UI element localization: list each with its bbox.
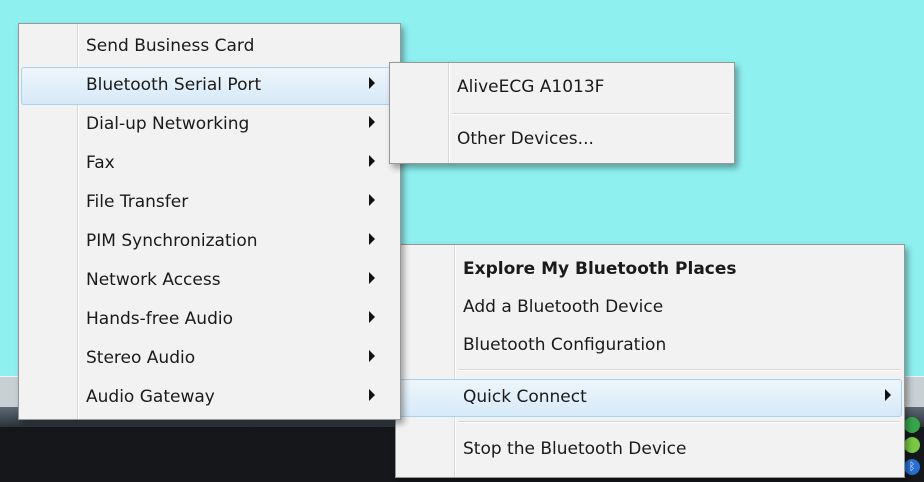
network-icon[interactable] xyxy=(904,417,920,433)
menu-item-send-business-card[interactable]: Send Business Card xyxy=(21,28,398,66)
menu-item-bluetooth-serial-port[interactable]: Bluetooth Serial Port xyxy=(21,67,398,105)
menu-item-other-devices[interactable]: Other Devices... xyxy=(392,121,732,159)
menu-item-label: Quick Connect xyxy=(463,387,587,407)
submenu-arrow-icon xyxy=(369,350,375,362)
bluetooth-tray-menu: Explore My Bluetooth Places Add a Blueto… xyxy=(395,244,905,478)
menu-item-bluetooth-configuration[interactable]: Bluetooth Configuration xyxy=(398,327,902,365)
menu-item-label: Bluetooth Serial Port xyxy=(86,75,262,95)
menu-item-label: Network Access xyxy=(86,270,221,290)
bluetooth-icon[interactable]: ᛒ xyxy=(904,459,920,475)
menu-separator xyxy=(458,369,900,371)
menu-item-pim-synchronization[interactable]: PIM Synchronization xyxy=(21,223,398,261)
menu-item-stereo-audio[interactable]: Stereo Audio xyxy=(21,340,398,378)
submenu-arrow-icon xyxy=(369,233,375,245)
submenu-arrow-icon xyxy=(369,311,375,323)
submenu-arrow-icon xyxy=(885,389,891,401)
menu-item-hands-free-audio[interactable]: Hands-free Audio xyxy=(21,301,398,339)
submenu-arrow-icon xyxy=(369,155,375,167)
menu-item-label: Dial-up Networking xyxy=(86,114,250,134)
submenu-arrow-icon xyxy=(369,194,375,206)
shield-icon[interactable] xyxy=(904,437,920,453)
submenu-arrow-icon xyxy=(369,389,375,401)
menu-item-file-transfer[interactable]: File Transfer xyxy=(21,184,398,222)
menu-item-label: File Transfer xyxy=(86,192,189,212)
submenu-arrow-icon xyxy=(369,116,375,128)
quick-connect-submenu: Send Business Card Bluetooth Serial Port… xyxy=(18,23,401,420)
menu-item-network-access[interactable]: Network Access xyxy=(21,262,398,300)
menu-item-label: Explore My Bluetooth Places xyxy=(463,259,737,279)
menu-item-label: Bluetooth Configuration xyxy=(463,335,667,355)
serial-port-submenu: AliveECG A1013F Other Devices... xyxy=(389,62,735,164)
menu-item-label: Add a Bluetooth Device xyxy=(463,297,664,317)
menu-item-fax[interactable]: Fax xyxy=(21,145,398,183)
menu-item-label: Fax xyxy=(86,153,115,173)
menu-item-explore-bluetooth-places[interactable]: Explore My Bluetooth Places xyxy=(398,251,902,289)
menu-item-label: Stereo Audio xyxy=(86,348,196,368)
menu-item-label: Other Devices... xyxy=(457,129,594,149)
menu-item-quick-connect[interactable]: Quick Connect xyxy=(398,379,902,417)
menu-item-stop-bluetooth-device[interactable]: Stop the Bluetooth Device xyxy=(398,431,902,469)
menu-item-label: Send Business Card xyxy=(86,36,255,56)
menu-item-label: PIM Synchronization xyxy=(86,231,258,251)
menu-item-audio-gateway[interactable]: Audio Gateway xyxy=(21,379,398,417)
menu-item-aliveecg-a1013f[interactable]: AliveECG A1013F xyxy=(392,69,732,107)
menu-separator xyxy=(452,113,730,115)
menu-item-add-bluetooth-device[interactable]: Add a Bluetooth Device xyxy=(398,289,902,327)
menu-item-label: AliveECG A1013F xyxy=(457,77,605,97)
menu-item-label: Stop the Bluetooth Device xyxy=(463,439,687,459)
menu-item-label: Audio Gateway xyxy=(86,387,215,407)
submenu-arrow-icon xyxy=(369,272,375,284)
submenu-arrow-icon xyxy=(369,77,375,89)
menu-separator xyxy=(458,421,900,423)
menu-item-label: Hands-free Audio xyxy=(86,309,233,329)
menu-item-dial-up-networking[interactable]: Dial-up Networking xyxy=(21,106,398,144)
